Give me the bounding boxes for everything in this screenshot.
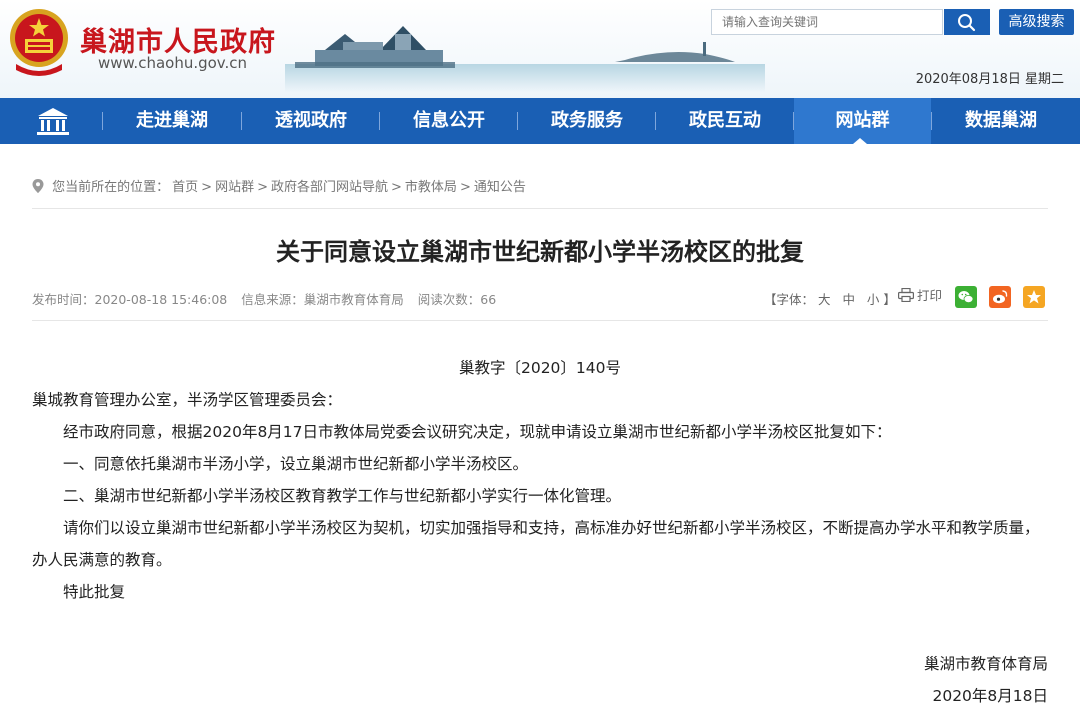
advanced-search-button[interactable]: 高级搜索 xyxy=(999,9,1074,35)
search-icon xyxy=(958,14,976,32)
paragraph: 经市政府同意，根据2020年8月17日市教体局党委会议研究决定，现就申请设立巢湖… xyxy=(63,423,892,441)
breadcrumb-item-dept-nav[interactable]: 政府各部门网站导航 xyxy=(271,180,388,195)
emblem-icon xyxy=(10,9,68,76)
breadcrumb-item-site-group[interactable]: 网站群 xyxy=(215,180,254,195)
publish-time: 发布时间：2020-08-18 15:46:08 xyxy=(32,292,228,307)
print-icon xyxy=(898,287,915,303)
print-button[interactable]: 打印 xyxy=(898,286,942,306)
search-button[interactable] xyxy=(944,9,990,35)
article-body: 巢教字〔2020〕140号 巢城教育管理办公室，半汤学区管理委员会： 经市政府同… xyxy=(32,352,1048,608)
main-nav: 走进巢湖 透视政府 信息公开 政务服务 政民互动 网站群 数据巢湖 xyxy=(0,98,1080,144)
nav-item-about[interactable]: 走进巢湖 xyxy=(103,98,241,144)
breadcrumb-prefix: 您当前所在的位置： xyxy=(52,180,170,195)
breadcrumb-separator: > xyxy=(391,180,402,195)
home-icon[interactable] xyxy=(30,106,76,136)
favorite-button[interactable] xyxy=(1023,286,1045,308)
search-box xyxy=(711,9,943,35)
breadcrumb: 您当前所在的位置： 首页 > 网站群 > 政府各部门网站导航 > 市教体局 > 通知公告 xyxy=(32,176,529,195)
site-header: 巢湖市人民政府 www.chaohu.gov.cn 高级搜索 2020年08月1… xyxy=(0,0,1080,98)
font-size-small[interactable]: 小 xyxy=(867,292,880,307)
site-url[interactable]: www.chaohu.gov.cn xyxy=(98,54,247,72)
nav-item-government[interactable]: 透视政府 xyxy=(242,98,380,144)
weibo-icon xyxy=(993,290,1008,304)
wechat-icon xyxy=(958,291,974,303)
font-size-large[interactable]: 大 xyxy=(818,292,831,307)
paragraph: 特此批复 xyxy=(63,583,126,601)
font-size-label: 【字体： xyxy=(764,292,815,307)
paragraph: 请你们以设立巢湖市世纪新都小学半汤校区为契机，切实加强指导和支持，高标准办好世纪… xyxy=(32,519,1040,569)
article-meta: 发布时间：2020-08-18 15:46:08 信息来源：巢湖市教育体育局 阅… xyxy=(32,289,506,308)
share-weibo-button[interactable] xyxy=(989,286,1011,308)
favorite-icon xyxy=(1027,290,1041,304)
breadcrumb-item-notices[interactable]: 通知公告 xyxy=(474,180,526,195)
location-icon xyxy=(32,179,44,193)
signature: 巢湖市教育体育局 xyxy=(923,655,1048,673)
article-title: 关于同意设立巢湖市世纪新都小学半汤校区的批复 xyxy=(276,238,804,266)
breadcrumb-separator: > xyxy=(201,180,213,195)
font-size-medium[interactable]: 中 xyxy=(842,292,855,307)
paragraph: 一、同意依托巢湖市半汤小学，设立巢湖市世纪新都小学半汤校区。 xyxy=(63,455,529,473)
breadcrumb-item-bureau[interactable]: 市教体局 xyxy=(405,180,457,195)
share-wechat-button[interactable] xyxy=(955,286,977,308)
divider xyxy=(32,208,1048,209)
nav-item-data[interactable]: 数据巢湖 xyxy=(932,98,1070,144)
nav-item-interaction[interactable]: 政民互动 xyxy=(656,98,794,144)
font-size-control: 【字体： 大 中 小 】 xyxy=(764,289,896,308)
search-input[interactable] xyxy=(712,10,942,34)
font-size-close: 】 xyxy=(883,292,896,307)
document-number: 巢教字〔2020〕140号 xyxy=(458,359,622,377)
breadcrumb-separator: > xyxy=(459,180,471,195)
view-count: 阅读次数：66 xyxy=(417,292,497,307)
addressee: 巢城教育管理办公室，半汤学区管理委员会： xyxy=(32,391,343,409)
sign-date: 2020年8月18日 xyxy=(932,687,1048,705)
print-label: 打印 xyxy=(917,288,943,303)
info-source: 信息来源：巢湖市教育体育局 xyxy=(241,292,404,307)
current-date: 2020年08月18日 星期二 xyxy=(915,72,1064,87)
active-nav-caret xyxy=(853,138,867,144)
header-scenery-image xyxy=(285,26,765,92)
breadcrumb-separator: > xyxy=(257,180,268,195)
nav-item-info-disclosure[interactable]: 信息公开 xyxy=(380,98,518,144)
breadcrumb-item-home[interactable]: 首页 xyxy=(172,180,198,195)
nav-item-services[interactable]: 政务服务 xyxy=(518,98,656,144)
divider xyxy=(32,320,1048,321)
paragraph: 二、巢湖市世纪新都小学半汤校区教育教学工作与世纪新都小学实行一体化管理。 xyxy=(63,487,622,505)
